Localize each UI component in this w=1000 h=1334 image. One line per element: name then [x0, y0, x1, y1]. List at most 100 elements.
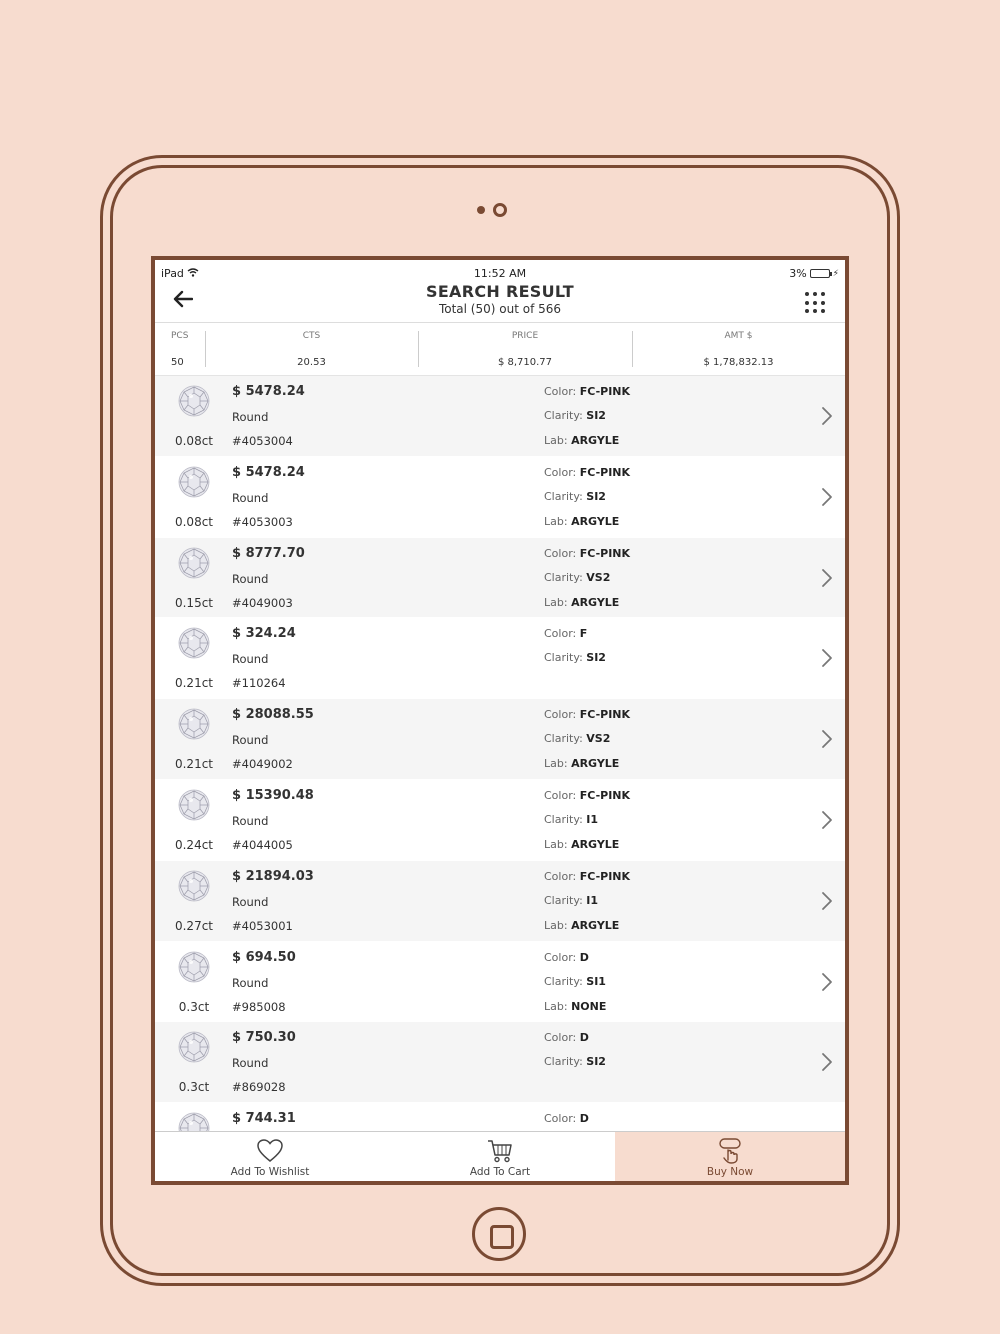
- lab-label: Lab:: [544, 514, 572, 528]
- summary-price-value: $ 8,710.77: [497, 357, 553, 368]
- diamond-image: [177, 869, 211, 903]
- item-carat: 0.27ct: [174, 918, 214, 933]
- diamond-image: [177, 626, 211, 660]
- diamond-image: [177, 788, 211, 822]
- list-item[interactable]: 0.24ct $ 15390.48 Round #4044005 Color: FC-P…: [155, 779, 845, 861]
- chevron-right-icon[interactable]: [821, 972, 833, 992]
- chevron-right-icon[interactable]: [821, 487, 833, 507]
- battery-icon: [809, 269, 832, 278]
- diamond-image: [177, 950, 211, 984]
- add-to-wishlist-button[interactable]: Add To Wishlist: [155, 1132, 385, 1181]
- chevron-right-icon[interactable]: [821, 810, 833, 830]
- item-stock-number: #4049003: [232, 595, 293, 610]
- clarity-value: SI1: [586, 974, 606, 988]
- clarity-label: Clarity:: [544, 812, 587, 826]
- item-price: $ 21894.03: [232, 868, 314, 884]
- status-right: 3% ⚡: [789, 267, 839, 280]
- chevron-right-icon[interactable]: [821, 568, 833, 588]
- chevron-right-icon[interactable]: [821, 648, 833, 668]
- item-price: $ 694.50: [232, 949, 296, 965]
- clarity-value: SI2: [586, 409, 606, 422]
- item-stock-number: #110264: [232, 676, 286, 691]
- clarity-value: SI2: [586, 1055, 606, 1069]
- clarity-value: SI2: [586, 651, 606, 665]
- summary-amt-value: $ 1,78,832.13: [703, 357, 774, 368]
- grid-dot-icon: [813, 292, 817, 296]
- item-shape: Round: [232, 894, 269, 909]
- grid-dot-icon: [813, 300, 817, 305]
- chevron-right-icon[interactable]: [821, 1052, 833, 1072]
- lab-value: ARGYLE: [571, 514, 620, 528]
- list-item[interactable]: 0.27ct $ 21894.03 Round #4053001 Color: FC-P…: [155, 860, 845, 942]
- clarity-label: Clarity:: [544, 570, 587, 584]
- item-price: $ 5478.24: [232, 464, 305, 480]
- list-item[interactable]: $ 744.31 Color: D: [155, 1103, 845, 1131]
- item-color: Color: D: [544, 951, 589, 964]
- status-time: 11:52 AM: [473, 267, 527, 280]
- diamond-image: [177, 465, 211, 499]
- lab-value: ARGYLE: [571, 595, 620, 609]
- item-stock-number: #869028: [232, 1080, 286, 1095]
- item-lab: Lab: ARGYLE: [544, 757, 619, 770]
- list-item[interactable]: 0.08ct $ 5478.24 Round #4053004 Color: FC-PI…: [155, 376, 845, 457]
- summary-amt-label: AMT $: [724, 331, 753, 341]
- summary-pcs: PCS 50: [155, 323, 205, 377]
- item-shape: Round: [232, 975, 269, 990]
- list-item[interactable]: 0.3ct $ 750.30 Round #869028 Color: D Clarity…: [155, 1022, 845, 1104]
- summary-price: PRICE $ 8,710.77: [418, 323, 632, 377]
- item-shape: Round: [232, 490, 269, 505]
- grid-dot-icon: [813, 309, 817, 314]
- item-color: Color: FC-PINK: [544, 870, 630, 883]
- lab-label: Lab:: [544, 999, 572, 1013]
- item-carat: 0.24ct: [174, 837, 214, 852]
- lab-label: Lab:: [544, 434, 572, 447]
- result-list[interactable]: 0.08ct $ 5478.24 Round #4053004 Color: FC-PI…: [155, 376, 845, 1131]
- item-clarity: Clarity: I1: [544, 894, 598, 907]
- color-label: Color:: [544, 546, 580, 560]
- color-value: FC-PINK: [579, 869, 631, 883]
- item-color: Color: D: [544, 1031, 589, 1044]
- grid-dot-icon: [805, 300, 809, 305]
- grid-menu-button[interactable]: [805, 292, 827, 314]
- grid-dot-icon: [821, 309, 825, 314]
- chevron-right-icon[interactable]: [821, 406, 833, 426]
- list-item[interactable]: 0.08ct $ 5478.24 Round #4053003 Color: FC-PI…: [155, 456, 845, 538]
- color-label: Color:: [544, 1112, 580, 1126]
- cart-label: Add To Cart: [469, 1166, 531, 1178]
- clarity-value: SI2: [586, 489, 606, 503]
- list-item[interactable]: 0.21ct $ 324.24 Round #110264 Color: F Clarit…: [155, 618, 845, 700]
- item-color: Color: FC-PINK: [544, 789, 630, 802]
- list-item[interactable]: 0.3ct $ 694.50 Round #985008 Color: D Clarity…: [155, 941, 845, 1023]
- lab-value: ARGYLE: [571, 837, 620, 851]
- diamond-image: [177, 1111, 211, 1131]
- item-shape: Round: [232, 652, 269, 667]
- item-shape: Round: [232, 733, 269, 748]
- lab-label: Lab:: [544, 757, 572, 771]
- item-carat: 0.08ct: [174, 514, 214, 529]
- item-color: Color: FC-PINK: [544, 466, 630, 479]
- item-carat: 0.21ct: [174, 676, 214, 691]
- buy-now-button[interactable]: Buy Now: [615, 1132, 845, 1181]
- buy-hand-icon: [719, 1138, 741, 1164]
- item-price: $ 324.24: [232, 626, 296, 642]
- item-carat: 0.3ct: [178, 999, 210, 1014]
- color-label: Color:: [544, 385, 580, 398]
- list-item[interactable]: 0.15ct $ 8777.70 Round #4049003 Color: FC-PI…: [155, 537, 845, 619]
- clarity-label: Clarity:: [544, 893, 587, 907]
- chevron-right-icon[interactable]: [821, 729, 833, 749]
- home-button[interactable]: [472, 1207, 526, 1261]
- item-price: $ 28088.55: [232, 707, 314, 723]
- camera-dot-icon: [477, 206, 485, 214]
- summary-pcs-value: 50: [171, 357, 184, 368]
- item-price: $ 744.31: [232, 1111, 296, 1127]
- add-to-cart-button[interactable]: Add To Cart: [385, 1132, 615, 1181]
- list-item[interactable]: 0.21ct $ 28088.55 Round #4049002 Color: FC-P…: [155, 699, 845, 780]
- color-value: F: [579, 627, 588, 641]
- lab-value: ARGYLE: [571, 757, 620, 771]
- item-price: $ 750.30: [232, 1030, 296, 1046]
- chevron-right-icon[interactable]: [821, 891, 833, 911]
- item-clarity: Clarity: VS2: [544, 732, 610, 745]
- camera-ring-icon: [493, 203, 507, 217]
- clarity-value: I1: [586, 893, 599, 907]
- item-carat: 0.15ct: [174, 595, 214, 610]
